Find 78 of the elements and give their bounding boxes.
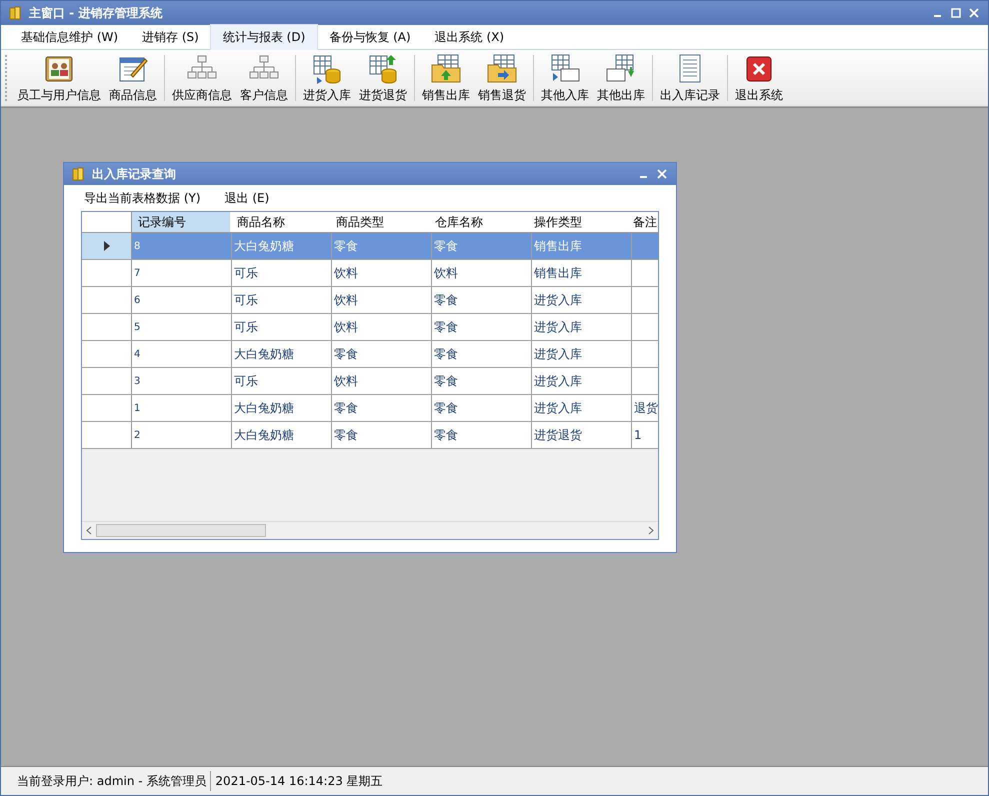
menu-item[interactable]: 进销存 (S) — [130, 24, 211, 50]
table-cell: 零食 — [334, 238, 358, 254]
table-cell: 进货入库 — [534, 372, 582, 390]
table-cell: 进货入库 — [534, 292, 582, 308]
menu-item[interactable]: 退出 (E) — [212, 186, 282, 210]
menu-item[interactable]: 导出当前表格数据 (Y) — [72, 186, 213, 210]
table-cell: 零食 — [434, 346, 458, 362]
status-text: 2021-05-14 16:14:23 星期五 — [214, 772, 384, 790]
table-cell: 零食 — [434, 400, 458, 416]
table-cell: 零食 — [434, 238, 458, 254]
table-cell: 饮料 — [434, 264, 458, 282]
toolbar-button[interactable]: 销售退货 — [474, 50, 530, 106]
table-cell: 5 — [134, 322, 140, 332]
column-header[interactable]: 操作类型 — [528, 212, 627, 232]
table-row[interactable]: 4 大白兔奶糖 零食 零食 进货入库 — [82, 341, 658, 368]
table-row[interactable]: 3 可乐 饮料 零食 进货入库 — [82, 368, 658, 395]
toolbar-button[interactable]: 退出系统 — [731, 50, 787, 106]
table-cell: 可乐 — [234, 318, 258, 336]
menu-item[interactable]: 备份与恢复 (A) — [317, 24, 423, 50]
table-cell: 8 — [134, 240, 140, 252]
table-cell: 可乐 — [234, 264, 258, 282]
table-cell: 饮料 — [334, 292, 358, 308]
table-cell: 销售出库 — [534, 238, 582, 254]
table-cell: 进货入库 — [534, 318, 582, 336]
toolbar-button[interactable]: 进货退货 — [355, 50, 411, 106]
column-header[interactable]: 商品名称 — [231, 212, 330, 232]
table-cell: 销售出库 — [534, 264, 582, 282]
table-cell: 可乐 — [234, 292, 258, 308]
table-cell: 大白兔奶糖 — [234, 346, 294, 362]
table-row[interactable]: 7 可乐 饮料 饮料 销售出库 — [82, 260, 658, 287]
table-cell: 6 — [134, 294, 140, 306]
table-cell: 饮料 — [334, 264, 358, 282]
toolbar-button[interactable]: 其他出库 — [593, 50, 649, 106]
window-title: 主窗口 - 进销存管理系统 — [29, 4, 162, 22]
table-row[interactable]: 5 可乐 饮料 零食 进货入库 — [82, 314, 658, 341]
table-cell: 可乐 — [234, 372, 258, 390]
table-cell: 1 — [634, 428, 642, 442]
column-header[interactable]: 商品类型 — [330, 212, 429, 232]
toolbar-button[interactable]: 供应商信息 — [168, 50, 236, 106]
table-cell: 退货 — [634, 400, 658, 416]
table-cell: 进货入库 — [534, 346, 582, 362]
table-cell: 7 — [134, 268, 140, 278]
menu-item[interactable]: 统计与报表 (D) — [210, 24, 318, 50]
table-row[interactable]: 6 可乐 饮料 零食 进货入库 — [82, 287, 658, 314]
window-title: 出入库记录查询 — [92, 166, 176, 182]
table-cell: 进货退货 — [534, 426, 582, 444]
table-cell: 大白兔奶糖 — [234, 400, 294, 416]
table-cell: 零食 — [434, 318, 458, 336]
table-cell: 进货入库 — [534, 400, 582, 416]
table-cell: 零食 — [434, 426, 458, 444]
status-text: 当前登录用户: admin - 系统管理员 — [16, 772, 208, 790]
table-cell: 饮料 — [334, 372, 358, 390]
table-cell: 零食 — [434, 372, 458, 390]
column-header[interactable]: 备注 — [627, 212, 658, 232]
table-cell: 4 — [134, 348, 140, 360]
table-row[interactable]: 2 大白兔奶糖 零食 零食 进货退货 1 — [82, 422, 658, 449]
column-header[interactable]: 记录编号 — [132, 212, 231, 232]
table-cell: 1 — [134, 402, 140, 414]
toolbar-button[interactable]: 员工与用户信息 — [13, 50, 105, 106]
toolbar-button[interactable]: 其他入库 — [537, 50, 593, 106]
column-header[interactable]: 仓库名称 — [429, 212, 528, 232]
table-row[interactable]: 1 大白兔奶糖 零食 零食 进货入库 退货 — [82, 395, 658, 422]
table-cell: 3 — [134, 376, 140, 386]
table-cell: 零食 — [334, 426, 358, 444]
toolbar-button[interactable]: 销售出库 — [418, 50, 474, 106]
table-cell: 零食 — [334, 346, 358, 362]
table-cell: 2 — [134, 430, 140, 440]
toolbar-button[interactable]: 进货入库 — [299, 50, 355, 106]
menu-item[interactable]: 退出系统 (X) — [422, 24, 516, 50]
toolbar-button[interactable]: 出入库记录 — [656, 50, 724, 106]
table-cell: 大白兔奶糖 — [234, 238, 294, 254]
menu-item[interactable]: 基础信息维护 (W) — [9, 24, 130, 50]
table-cell: 零食 — [434, 292, 458, 308]
table-cell: 大白兔奶糖 — [234, 426, 294, 444]
toolbar-button[interactable]: 商品信息 — [105, 50, 161, 106]
table-cell: 饮料 — [334, 318, 358, 336]
toolbar-button[interactable]: 客户信息 — [236, 50, 292, 106]
table-cell: 零食 — [334, 400, 358, 416]
